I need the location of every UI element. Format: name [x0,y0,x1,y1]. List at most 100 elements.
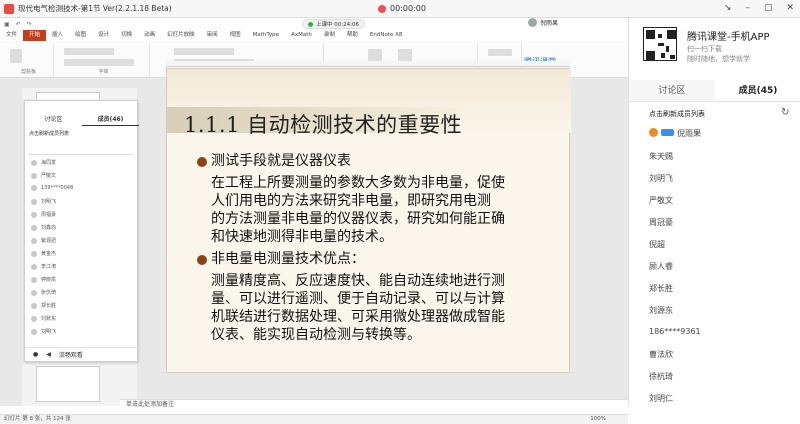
list-item[interactable]: 刘明飞 [31,198,56,205]
save-icon[interactable]: ▣ [4,21,10,28]
refresh-members-link[interactable]: 点击刷新成员列表 [649,109,705,119]
tab-axmath[interactable]: AxMath [285,30,318,41]
member-name: 黄金杰 [41,251,57,257]
tab-slideshow[interactable]: 幻灯片放映 [161,30,201,41]
member-name: 139****0048 [41,185,74,191]
avatar [31,237,37,244]
paragraph-line: 在工程上所要测量的参数大多数为非电量，促使 [211,175,505,191]
member-item[interactable]: 郑长胜 [649,283,673,294]
tab-draw[interactable]: 绘图 [69,30,92,41]
member-name: 婷晓凯 [41,277,57,283]
member-name: 紫源扭 [41,238,57,244]
refresh-hint[interactable]: 点击刷新成员列表 [29,130,69,137]
maximize-button[interactable]: ▢ [764,3,773,13]
speaker-icon[interactable]: ◀ [46,351,51,358]
list-item[interactable]: 周福豪 [31,211,56,218]
paste-icon[interactable] [10,49,22,63]
tab-mathtype[interactable]: MathType [247,30,285,41]
member-item[interactable]: 顾人睿 [649,261,673,272]
paragraph-line: 测量精度高、反应速度快、能自动连续地进行测 [211,273,505,289]
list-item[interactable]: 刘鑫向 [31,224,56,231]
tab-home[interactable]: 开始 [23,30,47,41]
list-item[interactable]: 严敬文 [31,172,56,179]
member-item[interactable]: 徐杭琦 [649,371,673,382]
member-name: 刘明飞 [41,329,57,335]
undo-icon[interactable]: ↶ [16,21,21,28]
record-indicator[interactable]: 00:00:00 [378,4,426,13]
tab-members[interactable]: 成员(45) [715,80,800,101]
member-item[interactable]: 刘明仁 [649,393,673,404]
account-chip[interactable]: 倪雨果 [528,18,558,27]
list-buttons[interactable] [174,48,234,55]
bullet-icon [197,157,207,167]
tab-members[interactable]: 成员(46) [82,114,139,126]
avatar [31,159,37,166]
paragraph-line: 人们用电的方法来研究非电量，即研究用电测 [211,193,491,209]
float-tabs: 讨论区 成员(46) [25,114,139,126]
tab-insert[interactable]: 插入 [46,30,69,41]
quality-label[interactable]: 流畅观看 [59,350,83,359]
list-item[interactable]: 刘明飞 [31,328,56,335]
list-item[interactable]: 海同发 [31,159,56,166]
list-item[interactable]: 郑长胜 [31,302,56,309]
member-item[interactable]: 严敬文 [649,195,673,206]
list-item[interactable]: 张仇琦 [31,289,56,296]
font-format-buttons[interactable] [64,59,134,66]
tab-help[interactable]: 帮助 [341,30,364,41]
refresh-icon[interactable]: ↻ [781,107,789,118]
member-name: 刘明飞 [41,199,57,205]
list-item[interactable]: 黄金杰 [31,250,56,257]
tab-view[interactable]: 视图 [224,30,247,41]
list-item[interactable]: 紫源扭 [31,237,56,244]
member-name: 周福豪 [41,212,57,218]
zoom-level[interactable]: 100% [590,415,606,424]
tab-discussion[interactable]: 讨论区 [25,114,82,126]
tab-animations[interactable]: 动画 [138,30,161,41]
tab-transitions[interactable]: 切换 [115,30,138,41]
list-item[interactable]: 139****0048 [31,185,73,191]
avatar [528,18,537,27]
tab-design[interactable]: 设计 [92,30,115,41]
self-name[interactable]: 倪雨果 [677,128,701,139]
pip-button[interactable]: ↘ [724,3,732,13]
paragraph-line: 机联结进行数据处理、可采用微处理器做成智能 [211,309,505,325]
member-item[interactable]: 朱天赐 [649,151,673,162]
member-item[interactable]: 周冠豪 [649,217,673,228]
close-button[interactable]: ✕ [786,3,794,13]
member-item[interactable]: 倪超 [649,239,665,250]
class-timer-badge: 上课中 00:24:06 [302,19,365,29]
list-item[interactable]: 婷晓凯 [31,276,56,283]
minimize-button[interactable]: – [745,3,750,13]
account-name: 倪雨果 [540,20,559,27]
paragraph-line: 仪表、能实现自动检测与转换等。 [211,327,421,343]
search-input[interactable] [29,145,133,155]
member-item[interactable]: 刘明飞 [649,173,673,184]
tab-endnote[interactable]: EndNote X8 [364,30,409,41]
slide-title: 1.1.1 自动检测技术的重要性 [184,113,463,137]
app-line: 随时随地，想学就学 [687,55,750,63]
window-title: 现代电气检测技术-第1节 Ver(2.2.1.18 Beta) [18,4,172,13]
paragraph-line: 和快速地测得非电量的技术。 [211,229,393,245]
mic-icon[interactable]: ● [33,351,38,358]
tab-review[interactable]: 审阅 [201,30,224,41]
list-item[interactable]: 李江涛 [31,263,56,270]
group-label: 字体 [98,69,109,75]
user-avatar-icon [649,128,658,137]
member-item[interactable]: 曹法欣 [649,349,673,360]
member-item[interactable]: 刘源东 [649,305,673,316]
member-name: 严敬文 [41,173,57,179]
float-footer: ● ◀ 流畅观看 [25,347,139,361]
slide-thumbnail[interactable] [36,366,100,402]
font-select[interactable] [64,48,114,55]
tab-file[interactable]: 文件 [0,30,23,41]
avatar [31,172,37,179]
tab-record[interactable]: 录制 [318,30,341,41]
find-icon[interactable] [488,49,512,56]
member-item[interactable]: 186****9361 [649,327,701,336]
tab-discussion[interactable]: 讨论区 [629,80,715,101]
avatar [31,250,37,257]
list-item[interactable]: 刘默东 [31,315,56,322]
notes-pane[interactable]: 单击此处添加备注 [120,399,628,409]
avatar [31,302,37,309]
redo-icon[interactable]: ↷ [27,21,32,28]
